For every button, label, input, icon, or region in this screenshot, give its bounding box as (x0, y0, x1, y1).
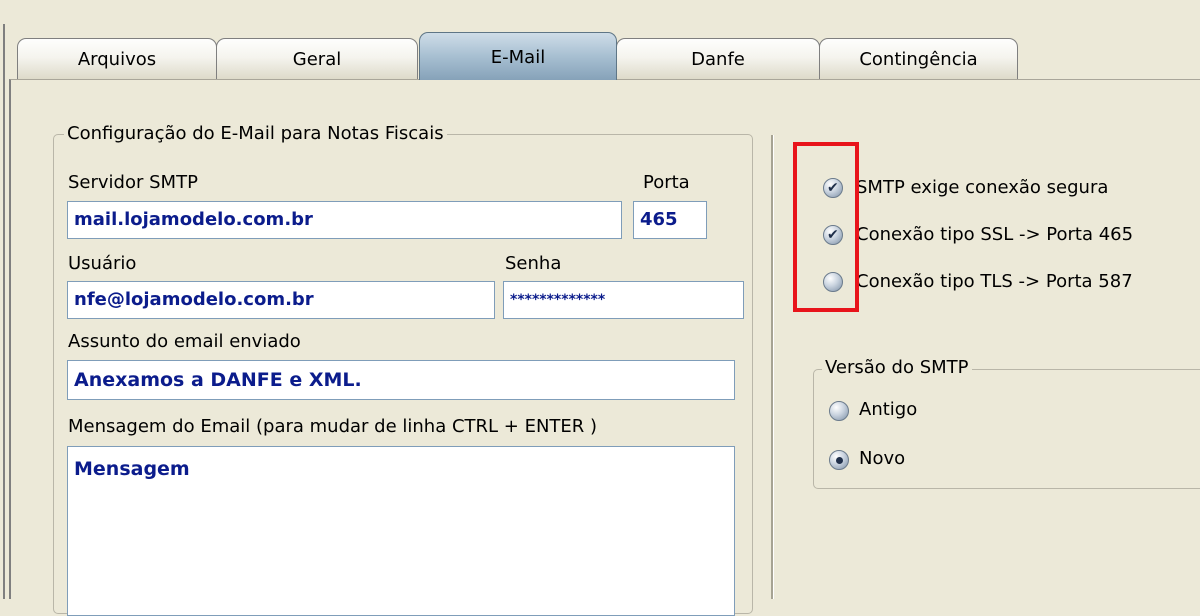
tab-contingencia[interactable]: Contingência (819, 38, 1018, 80)
subject-input[interactable]: Anexamos a DANFE e XML. (67, 360, 735, 400)
user-label: Usuário (68, 253, 137, 274)
smtp-version-novo-radio[interactable] (829, 450, 849, 470)
smtp-version-antigo-radio[interactable] (829, 401, 849, 421)
smtp-server-label: Servidor SMTP (68, 172, 198, 193)
tab-strip: Arquivos Geral E-Mail Danfe Contingência (0, 0, 1200, 80)
window-edge (3, 24, 5, 599)
smtp-server-input[interactable]: mail.lojamodelo.com.br (67, 201, 622, 239)
port-input[interactable]: 465 (633, 201, 707, 239)
smtp-version-antigo-label: Antigo (859, 399, 918, 420)
smtp-version-novo-label: Novo (859, 448, 906, 469)
tab-danfe[interactable]: Danfe (616, 38, 820, 80)
annotation-highlight-box (793, 142, 859, 312)
ssl-connection-label: Conexão tipo SSL -> Porta 465 (856, 224, 1134, 245)
tls-connection-label: Conexão tipo TLS -> Porta 587 (856, 271, 1133, 292)
tab-arquivos[interactable]: Arquivos (17, 38, 217, 80)
section-divider (771, 135, 774, 599)
tab-email[interactable]: E-Mail (419, 32, 617, 80)
password-label: Senha (505, 253, 562, 274)
password-input[interactable]: ************* (503, 281, 744, 319)
email-config-legend: Configuração do E-Mail para Notas Fiscai… (64, 123, 447, 144)
smtp-version-group (813, 369, 1200, 489)
message-textarea[interactable]: Mensagem (67, 446, 735, 616)
smtp-secure-label: SMTP exige conexão segura (856, 177, 1109, 198)
tab-geral[interactable]: Geral (216, 38, 418, 80)
message-label: Mensagem do Email (para mudar de linha C… (68, 416, 598, 437)
user-input[interactable]: nfe@lojamodelo.com.br (67, 281, 495, 319)
smtp-version-legend: Versão do SMTP (822, 357, 972, 378)
port-label: Porta (643, 172, 690, 193)
subject-label: Assunto do email enviado (68, 331, 301, 352)
